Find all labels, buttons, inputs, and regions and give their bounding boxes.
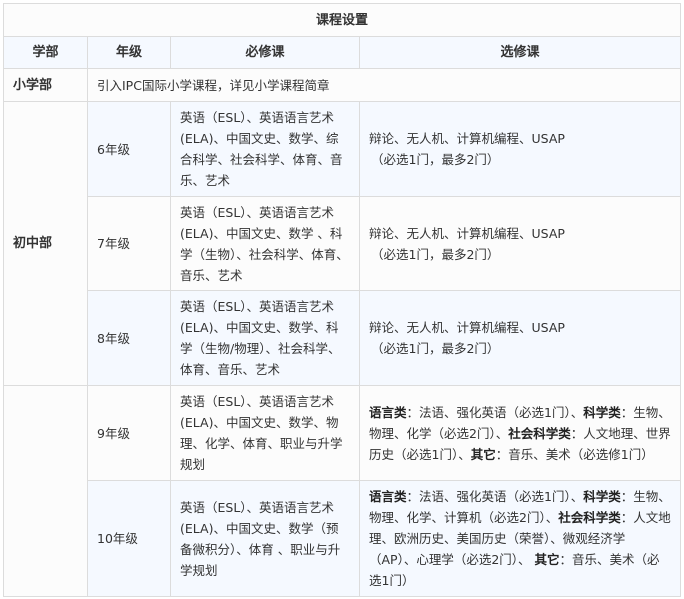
header-department: 学部	[3, 36, 88, 69]
elective-category-label: 社会科学类	[558, 510, 621, 525]
title-row: 课程设置	[2, 3, 682, 37]
elective-courses: 语言类：法语、强化英语（必选1门）、科学类：生物、物理、化学（必选2门）、社会科…	[358, 385, 682, 481]
required-courses: 英语（ESL）、英语语言艺术(ELA)、中国文史、数学（预备微积分）、体育 、职…	[170, 480, 360, 597]
table-row: 8年级 英语（ESL）、英语语言艺术(ELA)、中国文史、数学、科学（生物/物理…	[4, 290, 682, 386]
elective-category-label: 语言类	[369, 489, 407, 504]
department-primary: 小学部	[3, 68, 88, 102]
elective-note: （必选1门，最多2门）	[371, 152, 500, 167]
required-courses: 英语（ESL）、英语语言艺术(ELA)、中国文史、数学、科学（生物/物理）、社会…	[170, 290, 360, 386]
header-row: 学部 年级 必修课 选修课	[3, 36, 682, 69]
required-courses: 英语（ESL）、英语语言艺术(ELA)、中国文史、数学 、科学（生物）、社会科学…	[170, 196, 360, 291]
elective-category-label: 其它	[470, 446, 496, 462]
elective-list: 辩论、无人机、计算机编程、USAP	[369, 320, 565, 335]
grade-cell: 10年级	[87, 480, 171, 597]
elective-courses: 语言类：法语、强化英语（必选1门）、科学类：生物、物理、化学、计算机（必选2门）…	[358, 480, 682, 597]
primary-description: 引入IPC国际小学课程，详见小学课程简章	[86, 68, 682, 102]
department-middle: 初中部	[3, 101, 88, 386]
elective-category-label: 语言类	[369, 404, 407, 420]
table-row: 初中部 6年级 英语（ESL）、英语语言艺术(ELA)、中国文史、数学、综合科学…	[3, 101, 682, 386]
required-courses: 英语（ESL）、英语语言艺术(ELA)、中国文史、数学、物理、化学、体育、职业与…	[170, 385, 360, 481]
elective-category-label: 其它	[534, 552, 560, 567]
curriculum-table: 课程设置 学部 年级 必修课 选修课 小学部 引入IPC国际小学课程，详见小学课…	[2, 3, 682, 597]
elective-category-text: ：法语、强化英语（必选1门）、	[406, 489, 584, 504]
elective-category-text: ：法语、强化英语（必选1门）、	[406, 404, 584, 420]
header-elective: 选修课	[358, 36, 682, 69]
elective-note: （必选1门，最多2门）	[371, 246, 500, 262]
elective-category-label: 社会科学类	[508, 425, 571, 441]
header-grade: 年级	[87, 36, 171, 69]
grade-cell: 9年级	[87, 385, 171, 481]
elective-list: 辩论、无人机、计算机编程、USAP	[369, 131, 565, 146]
grade-cell: 7年级	[87, 196, 171, 291]
elective-category-text: ：音乐、美术（必选修1门）	[495, 446, 654, 462]
table-row: 7年级 英语（ESL）、英语语言艺术(ELA)、中国文史、数学 、科学（生物）、…	[4, 196, 682, 291]
elective-note: （必选1门，最多2门）	[371, 341, 500, 356]
department-high	[3, 385, 88, 597]
grade-cell: 8年级	[87, 290, 171, 386]
table-row: 10年级 英语（ESL）、英语语言艺术(ELA)、中国文史、数学（预备微积分）、…	[4, 480, 682, 597]
elective-category-label: 科学类	[583, 404, 621, 420]
required-courses: 英语（ESL）、英语语言艺术(ELA)、中国文史、数学、综合科学、社会科学、体育…	[170, 101, 360, 197]
table-row-primary: 小学部 引入IPC国际小学课程，详见小学课程简章	[3, 68, 682, 102]
header-required: 必修课	[170, 36, 360, 69]
table-row: 9年级 英语（ESL）、英语语言艺术(ELA)、中国文史、数学、物理、化学、体育…	[3, 385, 682, 597]
elective-category-label: 科学类	[583, 489, 621, 504]
elective-courses: 辩论、无人机、计算机编程、USAP （必选1门，最多2门）	[358, 101, 682, 197]
elective-list: 辩论、无人机、计算机编程、USAP	[369, 225, 565, 241]
elective-courses: 辩论、无人机、计算机编程、USAP （必选1门，最多2门）	[358, 196, 682, 291]
grade-cell: 6年级	[87, 101, 171, 197]
table-title: 课程设置	[2, 3, 682, 37]
elective-courses: 辩论、无人机、计算机编程、USAP （必选1门，最多2门）	[358, 290, 682, 386]
